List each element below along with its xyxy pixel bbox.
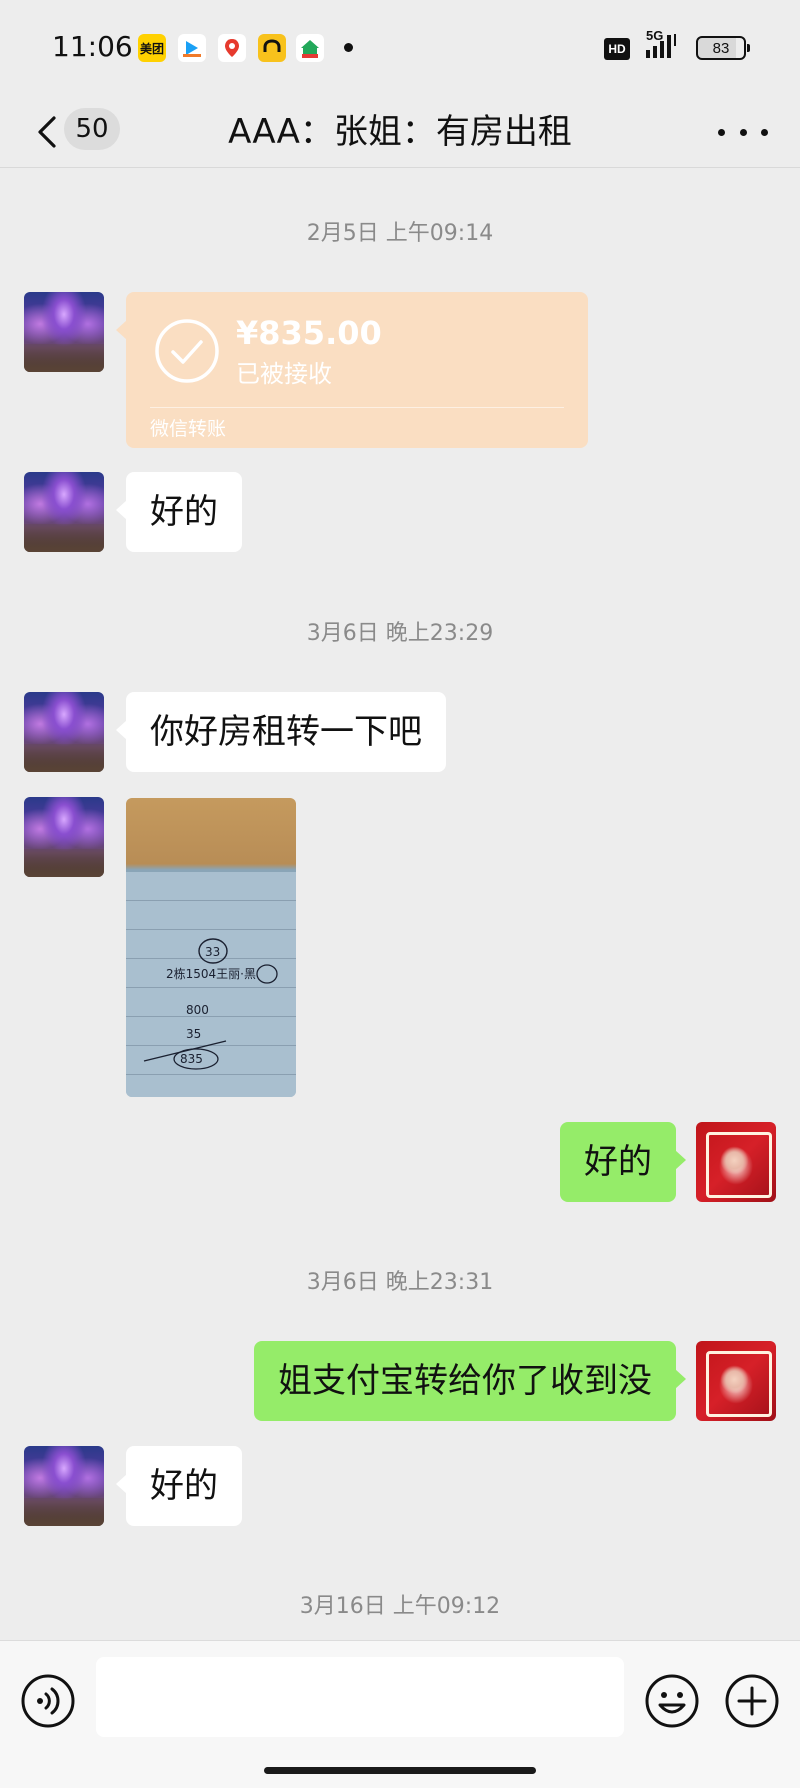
video-app-icon bbox=[178, 34, 206, 62]
status-time: 11:06 bbox=[52, 30, 133, 63]
photo-text-line: 835 bbox=[180, 1052, 203, 1066]
photo-message[interactable]: 33 2栋1504王丽·黑 800 35 835 bbox=[126, 798, 296, 1097]
car-app-icon bbox=[258, 34, 286, 62]
emoji-icon[interactable] bbox=[644, 1673, 700, 1729]
home-app-icon bbox=[296, 34, 324, 62]
message-timestamp: 3月16日 上午09:12 bbox=[299, 1594, 501, 1619]
user-avatar[interactable] bbox=[696, 1341, 776, 1421]
photo-text-line: 2栋1504王丽·黑 bbox=[166, 966, 256, 981]
hd-badge: HD bbox=[604, 38, 630, 60]
divider bbox=[150, 407, 564, 408]
contact-avatar[interactable] bbox=[24, 472, 104, 552]
photo-text-line: 800 bbox=[186, 1003, 209, 1017]
voice-input-icon[interactable] bbox=[20, 1673, 76, 1729]
plus-icon[interactable] bbox=[724, 1673, 780, 1729]
message-input[interactable] bbox=[96, 1657, 624, 1737]
unread-count-badge: 50 bbox=[64, 108, 120, 150]
check-circle-icon bbox=[155, 319, 219, 383]
signal-icon: 5G bbox=[642, 28, 688, 60]
chevron-left-icon bbox=[38, 116, 56, 148]
outgoing-message[interactable]: 姐支付宝转给你了收到没 bbox=[254, 1341, 686, 1421]
photo-text-line: 35 bbox=[186, 1027, 201, 1041]
battery-indicator: 83 bbox=[696, 36, 750, 60]
incoming-message[interactable]: 好的 bbox=[116, 472, 242, 552]
photo-text-line: 33 bbox=[205, 945, 220, 959]
transfer-amount: ¥835.00 bbox=[236, 314, 382, 352]
notification-dot bbox=[344, 43, 353, 52]
more-options-button[interactable] bbox=[718, 114, 768, 150]
chat-title: AAA：张姐：有房出租 bbox=[228, 112, 572, 152]
more-dot-icon bbox=[761, 128, 768, 136]
user-avatar[interactable] bbox=[696, 1122, 776, 1202]
transfer-card[interactable]: ¥835.00 已被接收 微信转账 bbox=[116, 292, 588, 448]
status-bar: 11:06 美团 HD 5G 83 bbox=[0, 0, 800, 96]
incoming-message[interactable]: 你好房租转一下吧 bbox=[116, 692, 446, 772]
contact-avatar[interactable] bbox=[24, 797, 104, 877]
outgoing-message[interactable]: 好的 bbox=[560, 1122, 686, 1202]
map-pin-app-icon bbox=[218, 34, 246, 62]
incoming-message[interactable]: 好的 bbox=[116, 1446, 242, 1526]
contact-avatar[interactable] bbox=[24, 692, 104, 772]
contact-avatar[interactable] bbox=[24, 1446, 104, 1526]
contact-avatar[interactable] bbox=[24, 292, 104, 372]
message-timestamp: 3月6日 晚上23:31 bbox=[306, 1270, 494, 1295]
message-timestamp: 2月5日 上午09:14 bbox=[306, 221, 494, 246]
transfer-status: 已被接收 bbox=[236, 360, 332, 388]
transfer-source-label: 微信转账 bbox=[150, 418, 227, 440]
message-timestamp: 3月6日 晚上23:29 bbox=[306, 621, 494, 646]
photo-ink: 33 2栋1504王丽·黑 800 35 835 bbox=[143, 938, 278, 1070]
more-dot-icon bbox=[718, 128, 725, 136]
back-button[interactable]: 50 bbox=[28, 102, 128, 162]
meituan-label: 美团 bbox=[139, 41, 164, 56]
home-indicator[interactable] bbox=[264, 1767, 536, 1774]
input-bar bbox=[0, 1640, 800, 1788]
more-dot-icon bbox=[739, 128, 747, 136]
chat-header: 50 AAA：张姐：有房出租 bbox=[0, 96, 800, 168]
meituan-icon: 美团 bbox=[138, 34, 166, 62]
